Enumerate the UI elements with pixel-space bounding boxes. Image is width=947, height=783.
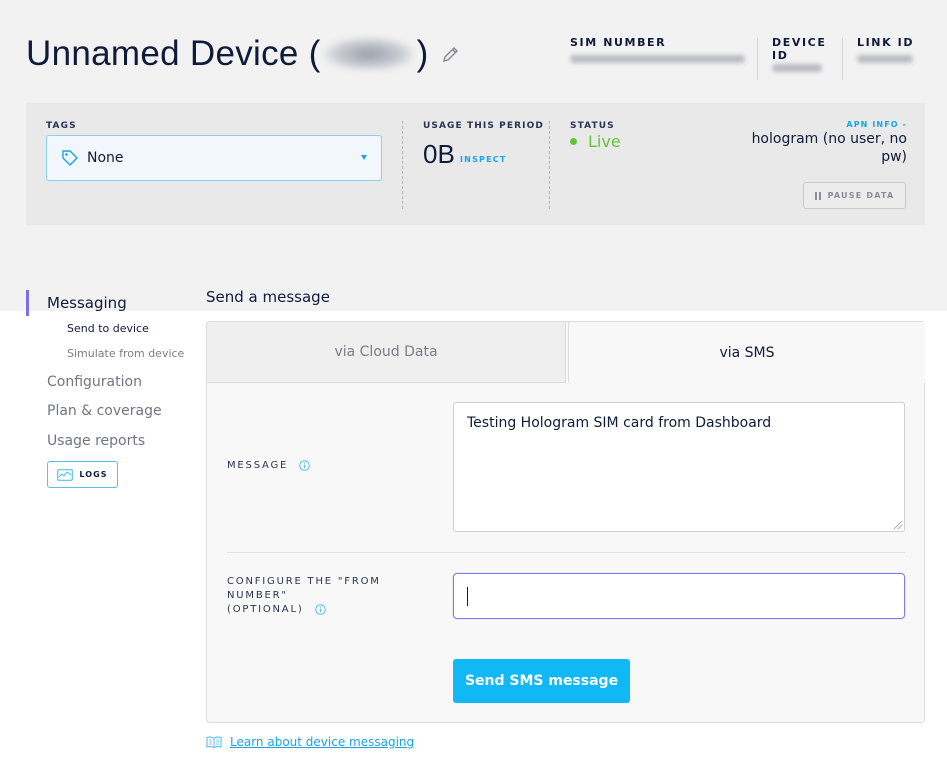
tags-label: TAGS: [46, 121, 77, 131]
tab-cloud-data[interactable]: via Cloud Data: [207, 322, 566, 383]
tab-sms[interactable]: via SMS: [568, 322, 925, 383]
sidebar-item-plan-coverage[interactable]: Plan & coverage: [47, 403, 162, 419]
message-label-text: MESSAGE: [227, 460, 289, 471]
from-label-line3: (OPTIONAL): [227, 604, 304, 615]
from-number-input[interactable]: [453, 573, 905, 619]
apn-value: hologram (no user, no pw): [751, 131, 907, 165]
device-title-suffix: ): [416, 34, 429, 73]
chevron-down-icon: [361, 155, 367, 160]
panel-divider: [402, 121, 403, 209]
header-divider: [757, 38, 758, 80]
logs-label: LOGS: [79, 470, 108, 479]
learn-row: Learn about device messaging: [206, 735, 414, 749]
text-cursor: [467, 587, 468, 606]
from-label-line3-row: (OPTIONAL): [227, 603, 381, 617]
sidebar-subitem-simulate[interactable]: Simulate from device: [67, 347, 184, 360]
link-id-block: LINK ID: [857, 36, 917, 63]
usage-label: USAGE THIS PERIOD: [423, 121, 544, 131]
send-sms-button[interactable]: Send SMS message: [453, 659, 630, 703]
form-divider: [227, 552, 905, 553]
sidebar-item-messaging[interactable]: Messaging: [26, 290, 127, 316]
message-textarea[interactable]: Testing Hologram SIM card from Dashboard: [453, 402, 905, 532]
status-dot-icon: [570, 138, 577, 145]
device-info-panel: TAGS None USAGE THIS PERIOD 0B INSPECT S…: [26, 103, 925, 225]
resize-grip-icon[interactable]: [894, 521, 902, 529]
logs-chart-icon: [57, 468, 74, 481]
from-label-line1: CONFIGURE THE "FROM: [227, 576, 381, 587]
inspect-link[interactable]: INSPECT: [460, 155, 507, 164]
tags-select[interactable]: None: [46, 135, 382, 181]
pause-data-label: PAUSE DATA: [827, 191, 895, 200]
message-card: via Cloud Data via SMS MESSAGE Testing H…: [206, 321, 925, 723]
device-id-block: DEVICE ID: [772, 36, 828, 72]
pause-icon: [814, 191, 821, 200]
logs-button[interactable]: LOGS: [47, 461, 118, 488]
tags-value: None: [87, 150, 124, 166]
message-label: MESSAGE: [227, 459, 310, 473]
header-divider: [842, 38, 843, 80]
status-value: Live: [588, 132, 621, 151]
sim-number-block: SIM NUMBER: [570, 36, 745, 63]
link-id-label: LINK ID: [857, 36, 915, 49]
pause-data-button[interactable]: PAUSE DATA: [803, 182, 906, 209]
redacted-link-id: [857, 55, 913, 63]
sidebar-item-configuration[interactable]: Configuration: [47, 374, 142, 390]
sidebar-subitem-send-to-device[interactable]: Send to device: [67, 322, 149, 335]
redacted-sim-number: [570, 55, 745, 63]
pencil-icon[interactable]: [441, 44, 461, 64]
from-label-line2: NUMBER": [227, 590, 288, 601]
usage-value: 0B: [423, 139, 455, 169]
device-id-label: DEVICE ID: [772, 36, 827, 62]
tag-icon: [62, 150, 78, 166]
device-title-row: Unnamed Device ( ): [26, 34, 461, 74]
info-icon[interactable]: [299, 459, 310, 471]
learn-messaging-link[interactable]: Learn about device messaging: [230, 735, 414, 749]
message-value: Testing Hologram SIM card from Dashboard: [467, 415, 772, 431]
device-title-prefix: Unnamed Device (: [26, 34, 321, 73]
from-number-label: CONFIGURE THE "FROM NUMBER" (OPTIONAL): [227, 575, 381, 617]
info-icon[interactable]: [314, 603, 326, 615]
book-icon: [206, 736, 222, 748]
apn-info-link[interactable]: APN INFO -: [846, 120, 907, 129]
section-title: Send a message: [206, 288, 330, 306]
sidebar-item-usage-reports[interactable]: Usage reports: [47, 433, 145, 449]
sim-number-label: SIM NUMBER: [570, 36, 667, 49]
redacted-device-name: [322, 37, 415, 71]
redacted-device-id: [772, 64, 822, 72]
panel-divider: [549, 121, 550, 209]
status-label: STATUS: [570, 121, 615, 131]
